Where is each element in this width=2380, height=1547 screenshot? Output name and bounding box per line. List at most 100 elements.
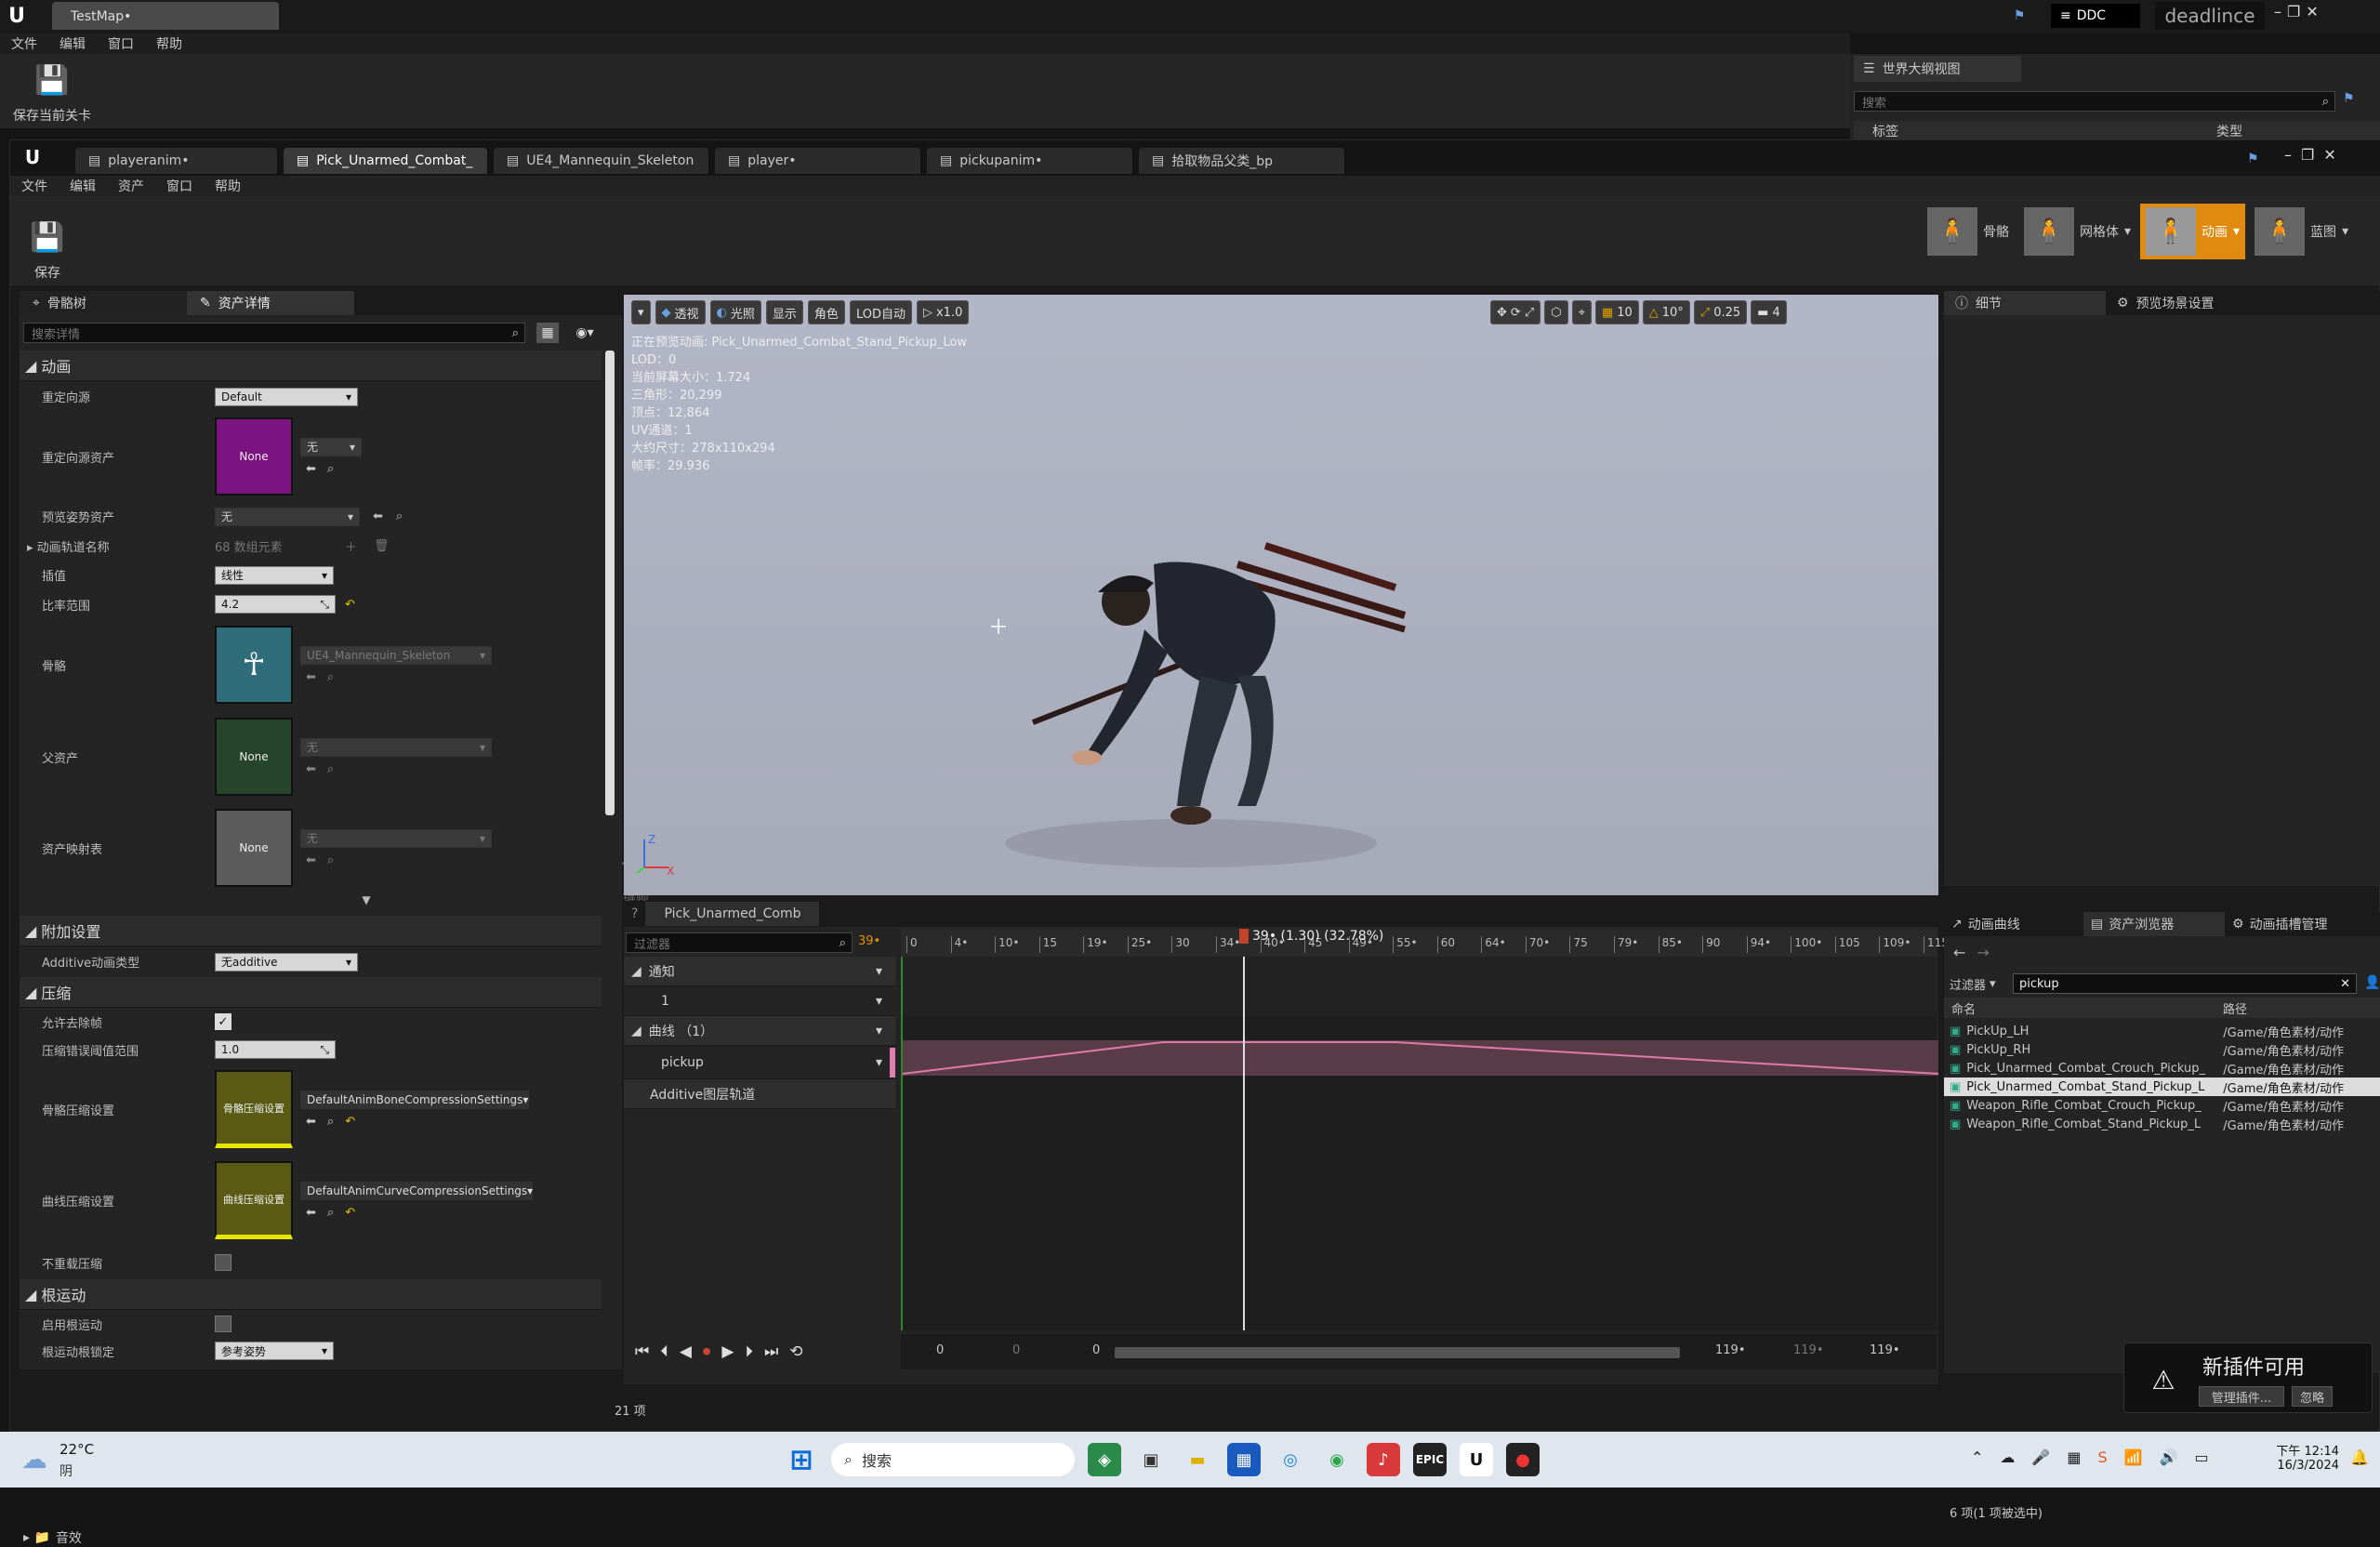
asset-row[interactable]: ▣ Pick_Unarmed_Combat_Stand_Pickup_L/Game… — [1944, 1078, 2380, 1096]
play-icon[interactable]: ▶ — [721, 1342, 734, 1361]
tab-asset-browser[interactable]: ▤ 资产浏览器 — [2083, 912, 2225, 936]
rotation-snap-button[interactable]: △ 10° — [1642, 300, 1690, 324]
show-button[interactable]: 显示 — [765, 300, 803, 324]
reset-icon[interactable]: ↶ — [345, 1115, 355, 1129]
track-curve-pickup[interactable]: pickup ▾ — [624, 1046, 895, 1079]
rate-scale-input[interactable]: 4.2 ⤡ — [215, 595, 336, 614]
browse-icon[interactable]: ⌕ — [327, 853, 334, 867]
section-additive[interactable]: ◢ 附加设置 — [20, 916, 602, 946]
flag-icon[interactable]: ⚑ — [2008, 6, 2030, 26]
ddc-button[interactable]: ≡ DDC — [2051, 4, 2140, 28]
ignore-button[interactable]: 忽略 — [2292, 1386, 2333, 1407]
use-selected-icon[interactable]: ⬅ — [373, 509, 383, 523]
asset-search-input[interactable]: pickup ✕ — [2013, 973, 2357, 994]
mode-blueprint-button[interactable]: 🧍 蓝图 ▾ — [2249, 204, 2354, 259]
range-work-end[interactable]: 119• — [1870, 1343, 1899, 1357]
enable-root-checkbox[interactable] — [215, 1316, 231, 1332]
outliner-tab[interactable]: ☰ 世界大纲视图 — [1854, 56, 2021, 82]
editor-tab[interactable]: ▤ Pick_Unarmed_Combat_• — [284, 148, 488, 174]
bone-compress-thumbnail[interactable]: 骨骼压缩设置 — [215, 1070, 293, 1148]
editor-tab[interactable]: ▤ UE4_Mannequin_Skeleton• — [494, 148, 709, 174]
use-selected-icon[interactable]: ⬅ — [306, 1115, 316, 1129]
loop-icon[interactable]: ⟲ — [789, 1342, 802, 1361]
tray-app-icon[interactable]: ▦ — [2067, 1448, 2081, 1466]
menu-item[interactable]: 文件 — [0, 34, 48, 53]
skip-start-icon[interactable]: ⏮ — [635, 1342, 649, 1361]
wifi-icon[interactable]: 📶 — [2124, 1448, 2143, 1466]
trash-icon[interactable]: 🗑 — [374, 539, 390, 553]
steam-icon[interactable]: ● — [1506, 1443, 1540, 1476]
playhead-line[interactable] — [1243, 957, 1245, 1330]
track-area[interactable] — [901, 957, 1938, 1330]
scale-snap-button[interactable]: ⤢ 0.25 — [1693, 300, 1748, 324]
retarget-asset-thumbnail[interactable]: None — [215, 417, 293, 496]
chevron-up-icon[interactable]: ⌃ — [1971, 1448, 1983, 1466]
step-forward-icon[interactable]: ⏵ — [745, 1342, 753, 1361]
clock[interactable]: 下午 12:14 16/3/2024 — [2265, 1441, 2339, 1473]
mic-icon[interactable]: 🎤 — [2031, 1448, 2050, 1466]
menu-item[interactable]: 帮助 — [145, 34, 193, 53]
volume-icon[interactable]: 🔊 — [2160, 1448, 2178, 1466]
unreal-engine-icon[interactable]: U — [1460, 1443, 1493, 1476]
map-tab[interactable]: TestMap• — [52, 2, 279, 30]
preview-pose-combo[interactable]: 无 ▾ — [215, 507, 360, 526]
use-selected-icon[interactable]: ⬅ — [306, 462, 316, 476]
help-icon[interactable]: ? — [624, 906, 645, 921]
browse-icon[interactable]: ⌕ — [327, 462, 334, 476]
curve-compress-combo[interactable]: DefaultAnimCurveCompressionSettings ▾ — [300, 1181, 533, 1200]
menu-item[interactable]: 窗口 — [97, 34, 145, 53]
additive-type-combo[interactable]: 无additive ▾ — [215, 952, 358, 972]
clear-icon[interactable]: ✕ — [2340, 977, 2356, 991]
browse-icon[interactable]: ⌕ — [327, 1115, 334, 1129]
asset-row[interactable]: ▣ PickUp_RH/Game/角色素材/动作 — [1944, 1040, 2380, 1059]
track-additive[interactable]: Additive图层轨道 — [624, 1079, 895, 1109]
curve-compress-thumbnail[interactable]: 曲线压缩设置 — [215, 1161, 293, 1239]
lod-button[interactable]: LOD自动 — [849, 300, 912, 324]
filter-button[interactable]: 过滤器 ▾ — [1950, 973, 2009, 994]
expand-more-icon[interactable]: ▼ — [20, 893, 602, 916]
notification-bell-icon[interactable]: 🔔 — [2350, 1448, 2369, 1466]
restore-icon[interactable]: ❐ — [2301, 146, 2314, 164]
editor-tab[interactable]: ▤ pickupanim• — [927, 148, 1133, 174]
asset-row[interactable]: ▣ Weapon_Rifle_Combat_Stand_Pickup_L/Game… — [1944, 1115, 2380, 1133]
browse-icon[interactable]: ⌕ — [327, 762, 334, 776]
asset-row[interactable]: ▣ Weapon_Rifle_Combat_Crouch_Pickup_ /Game… — [1944, 1096, 2380, 1115]
taskbar-search[interactable]: ⌕ 搜索 — [831, 1443, 1075, 1476]
timeline-tab[interactable]: Pick_Unarmed_Comb — [645, 902, 820, 926]
cloud-icon[interactable]: ☁ — [2000, 1448, 2015, 1466]
epic-games-icon[interactable]: EPIC — [1413, 1443, 1447, 1476]
bone-compress-combo[interactable]: DefaultAnimBoneCompressionSettings ▾ — [300, 1090, 529, 1109]
retarget-source-combo[interactable]: Default ▾ — [215, 387, 358, 406]
track-curves[interactable]: ◢ 曲线 （1） ▾ — [624, 1016, 895, 1046]
track-notify-1[interactable]: 1 ▾ — [624, 986, 895, 1016]
menu-item[interactable]: 文件 — [10, 177, 59, 195]
range-work-start[interactable]: 0 — [1092, 1343, 1100, 1357]
close-icon[interactable]: ✕ — [2306, 3, 2318, 20]
tab-anim-curves[interactable]: ↗ 动画曲线 — [1944, 912, 2083, 936]
details-search-input[interactable]: 搜索详情 ⌕ — [23, 323, 525, 343]
retarget-asset-combo[interactable]: 无 ▾ — [300, 437, 362, 456]
mode-mesh-button[interactable]: 🧍 网格体 ▾ — [2018, 204, 2136, 259]
range-start[interactable]: 0 — [936, 1343, 944, 1357]
restore-icon[interactable]: ❐ — [2287, 3, 2300, 20]
netease-music-icon[interactable]: ♪ — [1367, 1443, 1400, 1476]
playhead-marker[interactable] — [1239, 929, 1249, 944]
record-icon[interactable]: ⏺ — [703, 1342, 711, 1361]
section-animation[interactable]: ◢ 动画 — [20, 350, 602, 381]
interpolation-combo[interactable]: 线性 ▾ — [215, 565, 334, 585]
toolbar-save-button[interactable]: 💾 保存 — [20, 196, 75, 285]
perspective-button[interactable]: ◆ 透视 — [654, 300, 706, 324]
asset-row[interactable]: ▣ Pick_Unarmed_Combat_Crouch_Pickup_ /Game… — [1944, 1059, 2380, 1078]
step-back-icon[interactable]: ⏴ — [660, 1342, 668, 1361]
surface-snap-icon[interactable]: ⌖ — [1571, 300, 1592, 324]
timeline-filter-input[interactable]: 过滤器 ⌕ — [626, 932, 853, 953]
editor-tab[interactable]: ▤ 拾取物品父类_bp — [1139, 148, 1345, 174]
reset-icon[interactable]: ↶ — [345, 1206, 355, 1220]
asset-mapping-thumbnail[interactable]: None — [215, 809, 293, 887]
manage-plugins-button[interactable]: 管理插件... — [2199, 1386, 2284, 1407]
playback-speed-button[interactable]: ▷ x1.0 — [916, 300, 970, 324]
edge-icon[interactable]: ◎ — [1274, 1443, 1307, 1476]
user-icon[interactable]: 👤 — [2364, 975, 2380, 990]
menu-item[interactable]: 编辑 — [48, 34, 97, 53]
tab-asset-details[interactable]: ✎ 资产详情 — [187, 291, 354, 315]
